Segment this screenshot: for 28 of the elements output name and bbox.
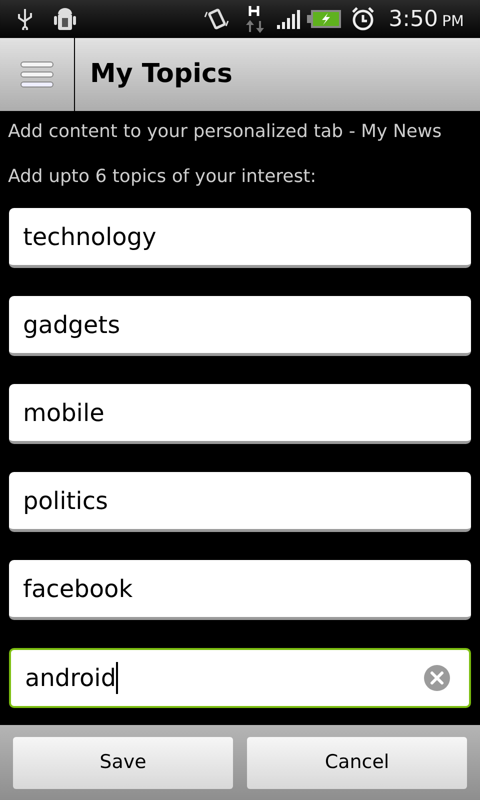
text-cursor: [116, 662, 118, 694]
menu-icon: [20, 60, 54, 90]
header-title: My Topics: [90, 58, 232, 91]
topic-input-field[interactable]: gadgets: [9, 296, 471, 356]
battery-charging-icon: [306, 9, 343, 29]
vibrate-icon: [204, 8, 230, 30]
topic-value: gadgets: [23, 310, 120, 340]
prompt-text: Add upto 6 topics of your interest:: [8, 164, 316, 188]
cancel-button[interactable]: Cancel: [247, 736, 467, 788]
topic-value: android: [25, 663, 116, 694]
clock-meridiem: PM: [442, 10, 464, 32]
topic-input-field[interactable]: android: [9, 648, 471, 708]
topic-input-field[interactable]: facebook: [9, 560, 471, 620]
clock-time: 3:50: [388, 6, 438, 34]
topic-input-field[interactable]: mobile: [9, 384, 471, 444]
topic-value: technology: [23, 222, 156, 252]
topic-value: facebook: [23, 574, 133, 604]
alarm-clock-icon: [350, 6, 375, 32]
android-icon: [54, 6, 76, 32]
topic-value: politics: [23, 486, 108, 516]
topic-input-field[interactable]: technology: [9, 208, 471, 268]
save-button[interactable]: Save: [13, 736, 233, 788]
data-transfer-icon: [244, 4, 266, 34]
clear-icon[interactable]: [423, 664, 451, 692]
topic-value: mobile: [23, 398, 104, 428]
intro-text: Add content to your personalized tab - My News: [8, 120, 442, 144]
topic-input-field[interactable]: politics: [9, 472, 471, 532]
usb-icon: [16, 8, 34, 30]
